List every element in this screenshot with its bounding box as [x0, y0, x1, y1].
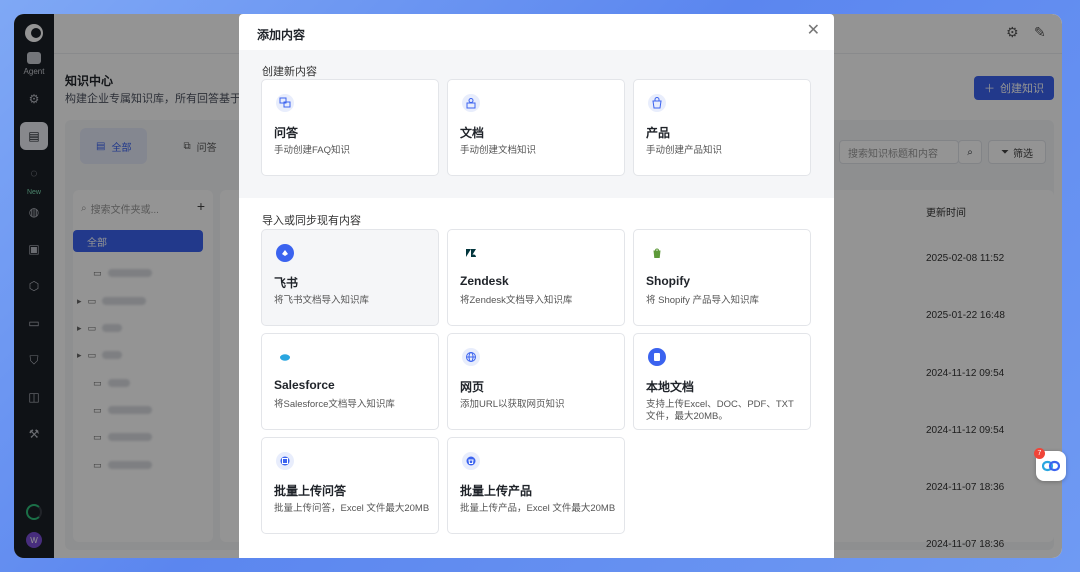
- feishu-icon: [276, 244, 294, 262]
- globe-icon: [462, 348, 480, 366]
- card-name: 批量上传问答: [274, 484, 347, 498]
- card-bulk-product[interactable]: 批量上传产品 批量上传产品，Excel 文件最大20MB: [447, 437, 625, 534]
- card-import-webpage[interactable]: 网页 添加URL以获取网页知识: [447, 333, 625, 430]
- card-bulk-qa[interactable]: 批量上传问答 批量上传问答，Excel 文件最大20MB: [261, 437, 439, 534]
- card-desc: 手动创建产品知识: [646, 145, 723, 156]
- card-name: Zendesk: [460, 274, 509, 288]
- shopify-icon: [648, 244, 666, 262]
- salesforce-icon: [276, 348, 294, 366]
- notification-badge: 7: [1034, 448, 1045, 459]
- link-icon: [1042, 460, 1060, 472]
- card-desc: 添加URL以获取网页知识: [460, 399, 565, 410]
- card-name: Salesforce: [274, 378, 335, 392]
- card-desc: 将飞书文档导入知识库: [274, 295, 370, 306]
- add-content-modal: 添加内容 ✕ 创建新内容 问答 手动创建FAQ知识 文档 手动创建文档知识 产品…: [239, 14, 834, 558]
- card-desc: 手动创建文档知识: [460, 145, 537, 156]
- local-file-icon: [648, 348, 666, 366]
- card-name: 文档: [460, 126, 485, 140]
- card-create-document[interactable]: 文档 手动创建文档知识: [447, 79, 625, 176]
- card-desc: 支持上传Excel、DOC、PDF、TXT文件，最大20MB。: [646, 399, 794, 422]
- card-desc: 将Salesforce文档导入知识库: [274, 399, 395, 410]
- card-name: Shopify: [646, 274, 690, 288]
- document-icon: [462, 94, 480, 112]
- card-import-zendesk[interactable]: Zendesk 将Zendesk文档导入知识库: [447, 229, 625, 326]
- card-desc: 将Zendesk文档导入知识库: [460, 295, 573, 306]
- card-import-salesforce[interactable]: Salesforce 将Salesforce文档导入知识库: [261, 333, 439, 430]
- close-icon[interactable]: ✕: [807, 23, 820, 39]
- section-title-create: 创建新内容: [262, 66, 317, 78]
- zendesk-icon: [462, 244, 480, 262]
- qa-icon: [276, 94, 294, 112]
- card-create-qa[interactable]: 问答 手动创建FAQ知识: [261, 79, 439, 176]
- card-name: 批量上传产品: [460, 484, 533, 498]
- product-icon: [648, 94, 666, 112]
- modal-title: 添加内容: [257, 28, 306, 42]
- card-import-feishu[interactable]: 飞书 将飞书文档导入知识库: [261, 229, 439, 326]
- card-desc: 手动创建FAQ知识: [274, 145, 351, 156]
- card-name: 本地文档: [646, 380, 695, 394]
- bulk-qa-icon: [276, 452, 294, 470]
- card-name: 问答: [274, 126, 299, 140]
- card-desc: 将 Shopify 产品导入知识库: [646, 295, 759, 306]
- section-title-import: 导入或同步现有内容: [262, 215, 361, 227]
- card-desc: 批量上传产品，Excel 文件最大20MB: [460, 503, 616, 514]
- card-name: 飞书: [274, 276, 299, 290]
- card-create-product[interactable]: 产品 手动创建产品知识: [633, 79, 811, 176]
- card-name: 产品: [646, 126, 671, 140]
- card-name: 网页: [460, 380, 485, 394]
- bulk-product-icon: [462, 452, 480, 470]
- card-import-shopify[interactable]: Shopify 将 Shopify 产品导入知识库: [633, 229, 811, 326]
- card-import-local-file[interactable]: 本地文档 支持上传Excel、DOC、PDF、TXT文件，最大20MB。: [633, 333, 811, 430]
- floating-assistant-button[interactable]: 7: [1034, 448, 1066, 481]
- card-desc: 批量上传问答，Excel 文件最大20MB: [274, 503, 430, 514]
